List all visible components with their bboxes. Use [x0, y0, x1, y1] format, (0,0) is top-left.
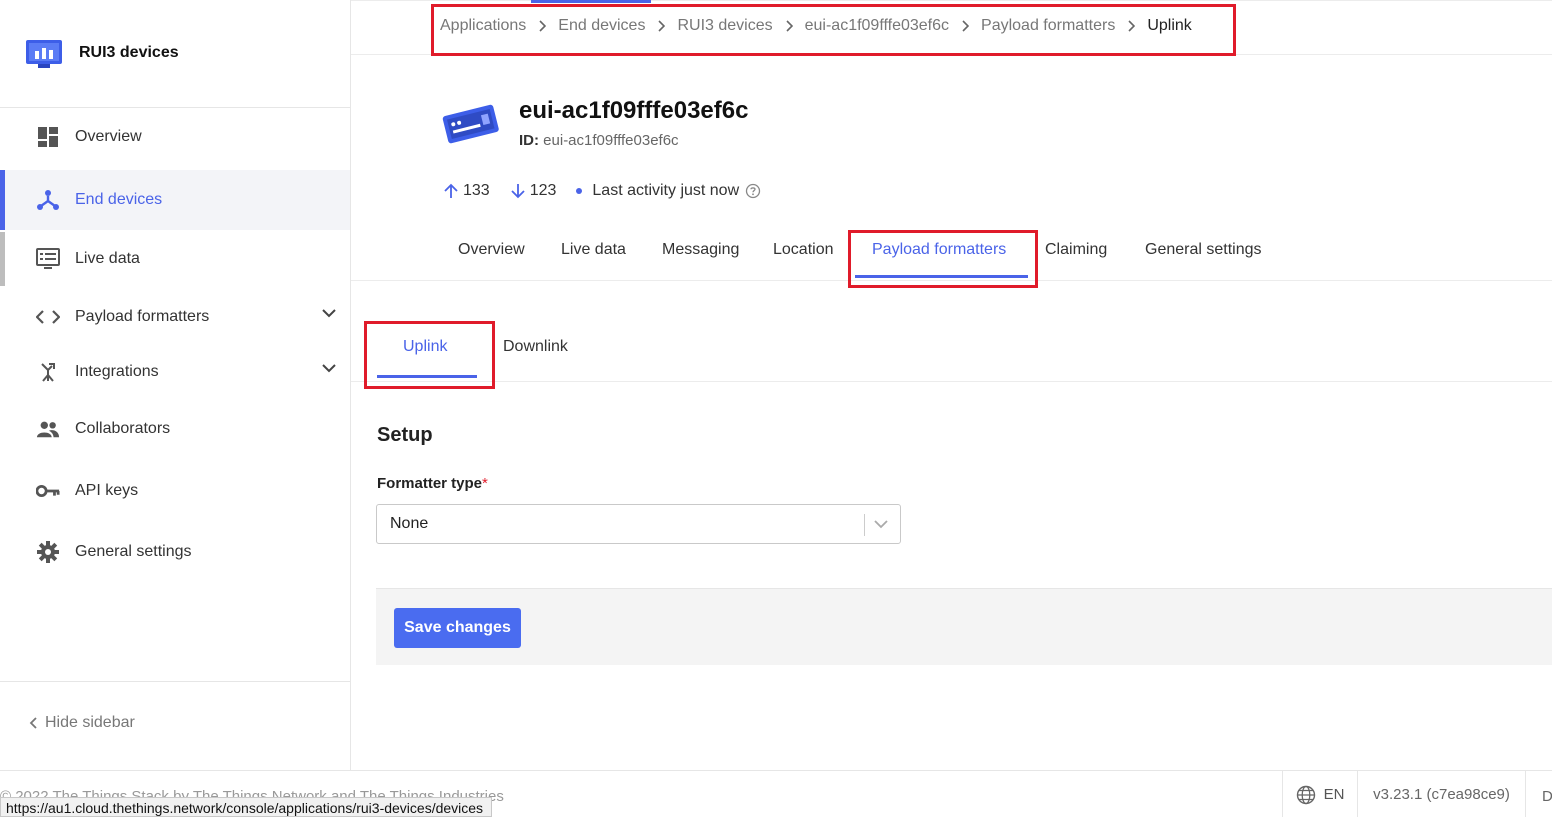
- uplink-count: 133: [463, 182, 490, 199]
- formatter-type-label: Formatter type*: [377, 475, 488, 492]
- status-bar-url: https://au1.cloud.thethings.network/cons…: [0, 797, 493, 817]
- formatter-type-value: None: [390, 515, 429, 532]
- chevron-down-icon[interactable]: [322, 308, 336, 318]
- docs-link[interactable]: Do: [1525, 771, 1552, 817]
- sidebar-item-overview[interactable]: Overview: [0, 110, 350, 164]
- code-icon: [36, 305, 60, 329]
- sidebar-item-label: Overview: [75, 128, 142, 145]
- device-gateway-icon: [442, 104, 499, 144]
- formatter-type-label-text: Formatter type: [377, 475, 483, 492]
- application-icon: [26, 40, 62, 68]
- chevron-right-icon: [961, 20, 970, 32]
- breadcrumb-device[interactable]: eui-ac1f09fffe03ef6c: [805, 17, 949, 35]
- subtab-downlink[interactable]: Downlink: [503, 338, 568, 356]
- select-divider: [864, 514, 865, 536]
- status-dot: [576, 188, 583, 194]
- monitor-list-icon: [36, 247, 60, 271]
- save-bar: Save changes: [376, 588, 1552, 665]
- formatter-type-select[interactable]: None: [376, 504, 901, 544]
- globe-icon: [1296, 785, 1315, 804]
- downlink-count: 123: [529, 182, 557, 199]
- sidebar-item-general-settings[interactable]: General settings: [0, 525, 350, 579]
- sidebar-item-integrations[interactable]: Integrations: [0, 345, 350, 399]
- breadcrumb-application[interactable]: RUI3 devices: [677, 17, 772, 35]
- tab-overview[interactable]: Overview: [458, 241, 525, 259]
- people-icon: [36, 417, 60, 441]
- sidebar-item-label: General settings: [75, 543, 192, 560]
- sidebar-item-label: End devices: [75, 191, 163, 208]
- breadcrumb-uplink: Uplink: [1147, 17, 1192, 34]
- device-id-label: ID:: [519, 132, 539, 149]
- breadcrumb-payload-formatters[interactable]: Payload formatters: [981, 17, 1115, 35]
- sidebar: RUI3 devices Overview End devices Live d…: [0, 0, 351, 770]
- help-icon[interactable]: [745, 183, 761, 199]
- sidebar-item-label: API keys: [75, 482, 139, 499]
- sidebar-item-label: Live data: [75, 250, 140, 267]
- language-selector[interactable]: EN: [1282, 771, 1357, 817]
- language-label: EN: [1323, 786, 1345, 803]
- formatter-subtabs: Uplink Downlink: [351, 330, 1552, 382]
- chevron-right-icon: [785, 20, 793, 32]
- active-tab-indicator: [855, 275, 1028, 278]
- device-id: ID: eui-ac1f09fffe03ef6c: [519, 132, 679, 149]
- required-mark: *: [482, 475, 488, 492]
- hide-sidebar-label: Hide sidebar: [45, 714, 135, 731]
- tab-general-settings[interactable]: General settings: [1145, 241, 1262, 259]
- tab-claiming[interactable]: Claiming: [1045, 241, 1107, 259]
- active-subtab-indicator: [377, 375, 477, 378]
- sidebar-item-api-keys[interactable]: API keys: [0, 464, 350, 518]
- breadcrumb-applications[interactable]: Applications: [440, 17, 526, 35]
- tab-payload-formatters[interactable]: Payload formatters: [872, 241, 1006, 259]
- subtab-uplink[interactable]: Uplink: [403, 338, 447, 356]
- arrow-down-icon: [511, 184, 525, 199]
- chevron-down-icon: [874, 520, 888, 529]
- sidebar-item-label: Collaborators: [75, 420, 171, 437]
- downlink-stat: 123: [510, 182, 557, 200]
- chevron-right-icon: [657, 20, 666, 32]
- last-activity: Last activity just now: [576, 182, 761, 200]
- top-progress-mark: [531, 0, 651, 3]
- section-title: Setup: [377, 424, 433, 446]
- devices-network-icon: [36, 188, 60, 212]
- key-icon: [36, 479, 60, 503]
- sidebar-item-label: Payload formatters: [75, 308, 210, 325]
- device-stats: 133 123 Last activity just now: [443, 182, 781, 200]
- chevron-down-icon[interactable]: [322, 363, 336, 373]
- sidebar-item-end-devices[interactable]: End devices: [0, 170, 350, 230]
- merge-icon: [36, 360, 60, 384]
- last-activity-text: Last activity just now: [592, 182, 740, 199]
- device-id-value: eui-ac1f09fffe03ef6c: [543, 132, 679, 149]
- arrow-up-icon: [444, 183, 458, 198]
- hide-sidebar-button[interactable]: Hide sidebar: [29, 714, 135, 732]
- sidebar-header: RUI3 devices: [0, 0, 350, 108]
- page-title: eui-ac1f09fffe03ef6c: [519, 97, 749, 124]
- sidebar-item-label: Integrations: [75, 363, 159, 380]
- chevron-right-icon: [538, 20, 547, 32]
- gear-icon: [36, 540, 60, 564]
- chevron-left-icon: [29, 717, 37, 729]
- application-title: RUI3 devices: [79, 44, 179, 61]
- tab-location[interactable]: Location: [773, 241, 834, 259]
- save-changes-button[interactable]: Save changes: [394, 608, 521, 648]
- breadcrumb: Applications End devices RUI3 devices eu…: [440, 17, 1192, 35]
- breadcrumb-end-devices[interactable]: End devices: [558, 17, 645, 35]
- device-tabs: Overview Live data Messaging Location Pa…: [351, 230, 1552, 281]
- chevron-right-icon: [1127, 20, 1136, 32]
- uplink-stat: 133: [443, 182, 490, 200]
- version-text: v3.23.1 (c7ea98ce9): [1357, 771, 1525, 817]
- dashboard-icon: [36, 125, 60, 149]
- sidebar-item-live-data[interactable]: Live data: [0, 232, 350, 286]
- tab-live-data[interactable]: Live data: [561, 241, 626, 259]
- sidebar-item-payload-formatters[interactable]: Payload formatters: [0, 290, 350, 344]
- tab-messaging[interactable]: Messaging: [662, 241, 739, 259]
- sidebar-item-collaborators[interactable]: Collaborators: [0, 402, 350, 456]
